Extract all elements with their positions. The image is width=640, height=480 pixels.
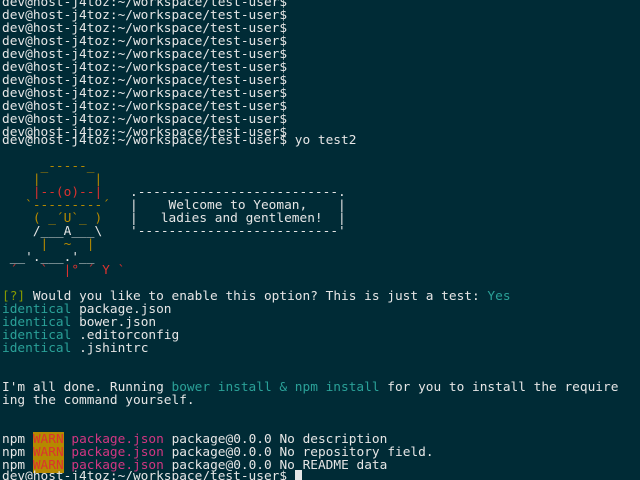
done-line2-text: ing the command yourself. [2,393,195,408]
prompt-text: dev@host-j4toz:~/workspace/test-user$ [2,133,288,148]
command-line: dev@host-j4toz:~/workspace/test-user$ yo… [2,134,356,147]
done-command: bower install & npm install [171,380,380,395]
welcome-box-bottom: '--------------------------' [130,224,346,239]
command-text: yo test2 [294,133,357,148]
done-line-2: ing the command yourself. [2,394,195,407]
prompt-text: dev@host-j4toz:~/workspace/test-user$ [2,469,288,480]
active-prompt-line[interactable]: dev@host-j4toz:~/workspace/test-user$ [2,470,302,480]
yeoman-art-line: ´ ` |° ´ Y ` [2,263,126,278]
identical-label: identical [2,341,72,356]
question-answer: Yes [487,289,511,304]
identical-file: .jshintrc [79,341,149,356]
terminal-window[interactable]: dev@host-j4toz:~/workspace/test-user$ de… [0,0,640,480]
text-cursor [294,470,302,480]
done-suffix: for you to install the require [387,380,619,395]
identical-line: identical .jshintrc [2,342,148,355]
